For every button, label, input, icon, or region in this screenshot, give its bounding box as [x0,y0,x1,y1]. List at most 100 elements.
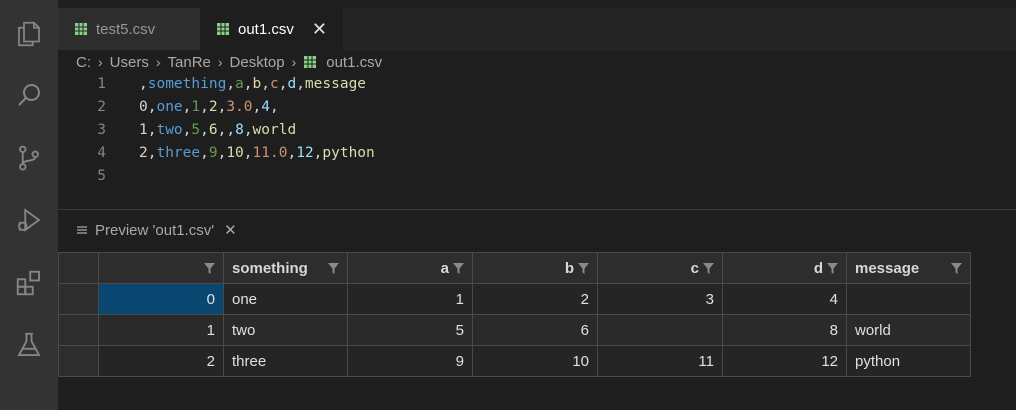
column-header-a[interactable]: a [347,252,473,284]
table-cell[interactable]: 8 [722,314,847,346]
table-cell[interactable]: 12 [722,345,847,377]
table-row: 1 two 5 6 8 world [58,314,971,346]
activity-bar [0,0,58,410]
code-token: 1 [139,122,148,138]
tab-out1-csv[interactable]: out1.csv ✕ [200,8,343,50]
preview-tab-label: Preview 'out1.csv' [95,221,215,239]
code-token: , [243,76,253,92]
code-token: 9 [208,145,218,161]
csv-file-icon [217,23,229,35]
column-header-message[interactable]: message [846,252,971,284]
code-token: 1 [191,99,201,115]
data-grid: something a b c d message 0 one 1 2 3 4 [58,252,971,377]
row-selector[interactable] [58,314,99,346]
filter-icon[interactable] [453,262,464,274]
code-token: 10 [226,145,244,161]
code-token: d [287,76,297,92]
filter-icon[interactable] [951,262,962,274]
breadcrumb-item[interactable]: Users [110,54,149,71]
preview-lines-icon [77,226,87,234]
table-cell[interactable]: 3 [597,283,723,315]
code-text: ,something,a,b,c,d,message [139,73,366,96]
code-token: , [296,76,305,92]
source-control-icon[interactable] [13,142,45,174]
table-cell[interactable] [597,314,723,346]
code-token: three [156,145,201,161]
code-editor[interactable]: 1 ,something,a,b,c,d,message 2 0,one,1,2,3.… [58,73,1016,209]
table-cell[interactable]: 1 [347,283,473,315]
csv-file-icon [75,23,87,35]
filter-icon[interactable] [578,262,589,274]
run-debug-icon[interactable] [13,204,45,236]
line-number: 2 [97,99,106,115]
code-token: message [304,76,367,92]
code-text: 2,three,9,10,11.0,12,python [139,142,375,165]
row-selector[interactable] [58,283,99,315]
code-token: 11.0 [252,145,288,161]
search-icon[interactable] [13,79,45,111]
code-token: 12 [296,145,314,161]
breadcrumb-item[interactable]: Desktop [230,54,285,71]
column-header-something[interactable]: something [223,252,348,284]
breadcrumb-item[interactable]: TanRe [168,54,211,71]
row-selector[interactable] [58,345,99,377]
close-icon[interactable]: ✕ [312,19,327,40]
table-cell[interactable]: 2 [472,283,598,315]
column-header-d[interactable]: d [722,252,847,284]
code-token: , [200,99,209,115]
code-token: c [269,76,279,92]
table-cell[interactable]: 5 [347,314,473,346]
filter-icon[interactable] [703,262,714,274]
breadcrumb-item[interactable]: out1.csv [326,54,382,71]
table-cell[interactable]: two [223,314,348,346]
extensions-icon[interactable] [13,267,45,299]
table-cell[interactable]: python [846,345,971,377]
code-token: something [147,76,227,92]
filter-icon[interactable] [204,262,215,274]
code-token: 2 [208,99,218,115]
filter-icon[interactable] [328,262,339,274]
table-cell[interactable]: 11 [597,345,723,377]
code-text: 0,one,1,2,3.0,4, [139,96,279,119]
table-cell[interactable]: 10 [472,345,598,377]
table-cell[interactable]: one [223,283,348,315]
chevron-right-icon: › [291,54,297,70]
csv-file-icon [304,56,317,68]
tab-bar: test5.csv out1.csv ✕ [58,0,1016,50]
explorer-icon[interactable] [13,18,45,50]
filter-icon[interactable] [827,262,838,274]
column-header-index[interactable] [98,252,224,284]
table-row: 0 one 1 2 3 4 [58,283,971,315]
table-row: 2 three 9 10 11 12 python [58,345,971,377]
row-header-corner [58,252,99,284]
breadcrumb: C: › Users › TanRe › Desktop › out1.csv [76,52,382,72]
table-cell[interactable]: 2 [98,345,224,377]
table-cell[interactable]: 1 [98,314,224,346]
column-header-c[interactable]: c [597,252,723,284]
preview-tab[interactable]: Preview 'out1.csv' ✕ [58,210,248,250]
code-token: 2 [139,145,148,161]
code-token: world [252,122,297,138]
chevron-right-icon: › [155,54,161,70]
code-token: 5 [191,122,201,138]
table-cell[interactable]: world [846,314,971,346]
code-token: , [200,122,209,138]
table-cell[interactable] [846,283,971,315]
table-cell[interactable]: three [223,345,348,377]
table-cell[interactable]: 4 [722,283,847,315]
code-token: 4 [261,99,271,115]
column-header-b[interactable]: b [472,252,598,284]
line-number: 4 [97,145,106,161]
code-token: , [243,145,253,161]
tab-label: test5.csv [96,20,156,38]
table-cell[interactable]: 6 [472,314,598,346]
editor-area: test5.csv out1.csv ✕ C: › Users › TanRe … [58,0,1016,410]
line-number: 3 [97,122,106,138]
table-cell[interactable]: 0 [98,283,224,315]
table-cell[interactable]: 9 [347,345,473,377]
breadcrumb-item[interactable]: C: [76,54,91,71]
code-token: one [156,99,183,115]
tab-test5-csv[interactable]: test5.csv [58,8,200,50]
testing-icon[interactable] [13,329,45,361]
close-icon[interactable]: ✕ [224,221,237,239]
